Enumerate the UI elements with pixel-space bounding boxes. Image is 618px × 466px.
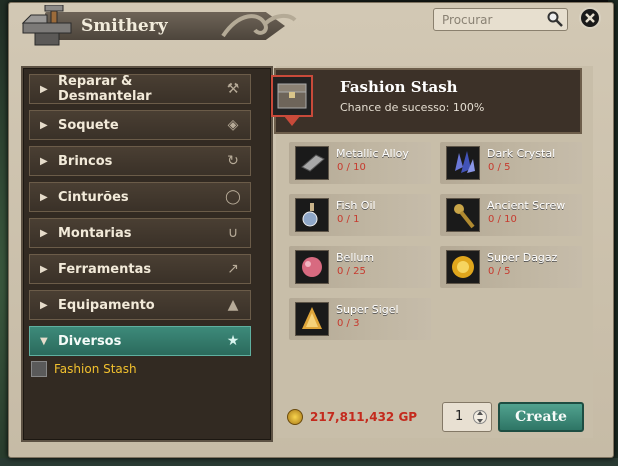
material-slot[interactable]: Ancient Screw 0 / 10 xyxy=(440,194,582,236)
success-rate: Chance de sucesso: 100% xyxy=(340,101,485,114)
category-soquete[interactable]: ▶ Soquete ◈ xyxy=(29,110,251,140)
material-name: Super Dagaz xyxy=(487,251,558,264)
category-panel: ▶ Reparar & Desmantelar ⚒ ▶ Soquete ◈ ▶ … xyxy=(21,66,273,442)
material-qty: 0 / 5 xyxy=(488,266,511,277)
chest-icon xyxy=(31,361,47,377)
socket-icon: ◈ xyxy=(227,117,239,133)
gold-coin-icon xyxy=(287,409,303,425)
category-brincos[interactable]: ▶ Brincos ↻ xyxy=(29,146,251,176)
screw-icon xyxy=(446,198,480,232)
material-slot[interactable]: Super Dagaz 0 / 5 xyxy=(440,246,582,288)
material-qty: 0 / 10 xyxy=(337,162,366,173)
material-name: Ancient Screw xyxy=(487,199,566,212)
search-input[interactable] xyxy=(440,11,544,29)
material-slot[interactable]: Bellum 0 / 25 xyxy=(289,246,431,288)
gold-balance: 217,811,432 GP xyxy=(287,409,417,425)
search-box[interactable] xyxy=(433,8,568,31)
metal-bar-icon xyxy=(295,146,329,180)
category-ferramentas[interactable]: ▶ Ferramentas ↗ xyxy=(29,254,251,284)
close-icon xyxy=(585,13,595,23)
category-diversos[interactable]: ▼ Diversos ★ xyxy=(29,326,251,356)
material-name: Dark Crystal xyxy=(487,147,556,160)
material-qty: 0 / 25 xyxy=(337,266,366,277)
category-label: Cinturões xyxy=(58,189,129,205)
gold-amount: 217,811,432 GP xyxy=(310,410,418,424)
material-qty: 0 / 3 xyxy=(337,318,360,329)
titlebar[interactable]: Smithery xyxy=(9,3,613,49)
recipe-title: Fashion Stash xyxy=(340,78,458,96)
helmet-icon: ▲ xyxy=(227,297,239,313)
search-icon[interactable] xyxy=(547,11,563,27)
belt-icon: ◯ xyxy=(225,189,241,205)
spin-arrows-icon[interactable] xyxy=(473,406,487,428)
game-background-bottom xyxy=(0,458,618,466)
horseshoe-icon: ∪ xyxy=(227,225,239,241)
material-slot[interactable]: Fish Oil 0 / 1 xyxy=(289,194,431,236)
material-qty: 0 / 1 xyxy=(337,214,360,225)
pickaxe-icon: ↗ xyxy=(227,261,239,277)
material-qty: 0 / 5 xyxy=(488,162,511,173)
recipe-header: Fashion Stash Chance de sucesso: 100% xyxy=(271,68,582,134)
expand-arrow-icon: ▶ xyxy=(40,83,48,95)
expand-arrow-icon: ▶ xyxy=(40,227,48,239)
window-title: Smithery xyxy=(81,16,168,36)
quantity-stepper[interactable]: 1 xyxy=(442,402,492,432)
material-name: Super Sigel xyxy=(336,303,399,316)
category-label: Soquete xyxy=(58,117,119,133)
anvil-icon xyxy=(21,5,72,46)
close-button[interactable] xyxy=(579,7,601,29)
expand-arrow-icon: ▶ xyxy=(40,263,48,275)
category-label: Diversos xyxy=(58,333,122,349)
category-label: Ferramentas xyxy=(58,261,152,277)
material-qty: 0 / 10 xyxy=(488,214,517,225)
category-reparar-desmantelar[interactable]: ▶ Reparar & Desmantelar ⚒ xyxy=(29,74,251,104)
ornament-swirl xyxy=(221,13,297,38)
expand-arrow-icon: ▶ xyxy=(40,299,48,311)
recipe-item-fashion-stash[interactable]: Fashion Stash xyxy=(31,361,137,377)
material-name: Bellum xyxy=(336,251,375,264)
expand-arrow-icon: ▶ xyxy=(40,155,48,167)
bellum-icon xyxy=(295,250,329,284)
recipe-item-label: Fashion Stash xyxy=(54,362,137,376)
material-slot[interactable]: Dark Crystal 0 / 5 xyxy=(440,142,582,184)
category-label: Reparar & Desmantelar xyxy=(58,74,152,104)
material-slot[interactable]: Metallic Alloy 0 / 10 xyxy=(289,142,431,184)
quantity-value[interactable]: 1 xyxy=(455,409,463,424)
material-name: Metallic Alloy xyxy=(336,147,409,160)
dark-crystal-icon xyxy=(446,146,480,180)
expand-arrow-icon: ▶ xyxy=(40,119,48,131)
create-button[interactable]: Create xyxy=(498,402,584,432)
category-montarias[interactable]: ▶ Montarias ∪ xyxy=(29,218,251,248)
wrench-icon: ⚒ xyxy=(226,81,240,97)
oil-flask-icon xyxy=(295,198,329,232)
shell-icon xyxy=(295,302,329,336)
category-label: Montarias xyxy=(58,225,132,241)
category-label: Equipamento xyxy=(58,297,155,313)
category-equipamento[interactable]: ▶ Equipamento ▲ xyxy=(29,290,251,320)
category-label: Brincos xyxy=(58,153,113,169)
star-icon: ★ xyxy=(226,333,240,349)
rune-icon xyxy=(446,250,480,284)
material-name: Fish Oil xyxy=(336,199,376,212)
chest-icon xyxy=(271,75,313,126)
earring-icon: ↻ xyxy=(227,153,239,169)
material-slot[interactable]: Super Sigel 0 / 3 xyxy=(289,298,431,340)
collapse-arrow-icon: ▼ xyxy=(40,335,48,347)
expand-arrow-icon: ▶ xyxy=(40,191,48,203)
category-cinturoes[interactable]: ▶ Cinturões ◯ xyxy=(29,182,251,212)
